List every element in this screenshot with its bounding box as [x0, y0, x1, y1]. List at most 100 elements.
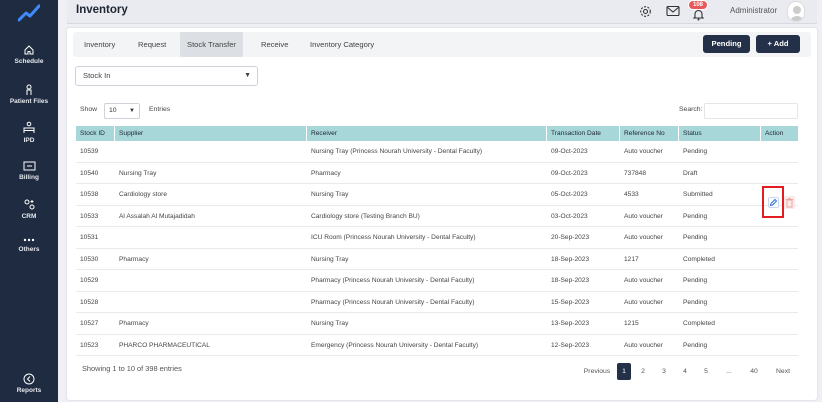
page-button[interactable]: 3: [659, 365, 669, 379]
crm-icon: [24, 199, 34, 210]
table-row[interactable]: 10533 Al Assalah Al Mutajadidah Cardiology…: [76, 206, 798, 227]
table-cell: 10539: [80, 148, 99, 155]
table-cell: Pharmacy (Princess Nourah University - D…: [311, 298, 475, 306]
page-button[interactable]: 4: [680, 365, 690, 379]
table-cell: 18-Sep-2023: [551, 277, 590, 284]
table-row[interactable]: 10523 PHARCO PHARMACEUTICAL Emergency (Pri…: [76, 335, 798, 356]
edit-button[interactable]: [768, 197, 779, 208]
nav-others[interactable]: Others: [0, 236, 58, 253]
nav-ipd[interactable]: IPD: [0, 121, 58, 144]
table-row[interactable]: 10540 Nursing Tray Pharmacy 09-Oct-2023 7378…: [76, 163, 798, 184]
page-button[interactable]: 5: [701, 365, 711, 379]
table-cell: 4533: [624, 191, 639, 198]
table-cell: Cardiology store (Testing Branch BU): [311, 212, 420, 220]
table-cell: Nursing Tray: [311, 191, 349, 198]
chevron-down-icon: ▼: [244, 72, 251, 79]
page-button[interactable]: 2: [638, 365, 648, 379]
table-row[interactable]: 10539 Nursing Tray (Princess Nourah Unive…: [76, 141, 798, 163]
col-receiver[interactable]: Receiver: [307, 126, 547, 141]
entries-select[interactable]: 10 ▼: [104, 103, 140, 119]
table-cell: 09-Oct-2023: [551, 169, 588, 177]
table-cell: Pharmacy: [311, 169, 341, 177]
edit-icon: [769, 198, 778, 207]
logo-icon[interactable]: [18, 4, 40, 22]
table-cell: 10540: [80, 169, 99, 177]
table-cell: Draft: [683, 169, 698, 177]
content-card: Inventory Request Stock Transfer Receive…: [67, 28, 817, 400]
transfer-type-select[interactable]: Stock In ▼: [75, 66, 258, 86]
nav-crm[interactable]: CRM: [0, 198, 58, 220]
table-cell: 03-Oct-2023: [551, 212, 588, 220]
notification-badge: 108: [688, 0, 709, 10]
table-cell: 10538: [80, 191, 99, 198]
table-cell: Auto voucher: [624, 341, 663, 349]
more-icon: [23, 238, 35, 242]
previous-page-button[interactable]: Previous: [580, 365, 614, 379]
table-cell: 15-Sep-2023: [551, 298, 590, 306]
delete-button[interactable]: [784, 196, 795, 209]
table-cell: Pharmacy: [119, 255, 149, 263]
table-cell: Auto voucher: [624, 212, 663, 220]
table-cell: [115, 270, 307, 292]
next-page-button[interactable]: Next: [772, 365, 794, 379]
page-button[interactable]: 1: [617, 363, 631, 380]
table-cell: Auto voucher: [624, 298, 663, 306]
user-name[interactable]: Administrator: [730, 6, 777, 15]
table-cell: 05-Oct-2023: [551, 191, 588, 198]
tab-receive[interactable]: Receive: [261, 32, 288, 57]
table-row[interactable]: 10530 Pharmacy Nursing Tray 18-Sep-2023 1217…: [76, 249, 798, 270]
col-transaction-date[interactable]: Transaction Date: [547, 126, 620, 141]
tab-inventory[interactable]: Inventory: [84, 32, 115, 57]
table-row[interactable]: 10538 Cardiology store Nursing Tray 05-Oct-…: [76, 184, 798, 206]
nav-billing[interactable]: Billing: [0, 160, 58, 181]
table-row[interactable]: 10528 Pharmacy (Princess Nourah Universit…: [76, 292, 798, 313]
nav-schedule-label: Schedule: [14, 58, 44, 65]
nav-crm-label: CRM: [21, 213, 37, 220]
col-supplier[interactable]: Supplier: [115, 126, 307, 141]
col-action: Action: [765, 130, 784, 137]
tab-stock-transfer[interactable]: Stock Transfer: [180, 32, 243, 57]
table-cell: 13-Sep-2023: [551, 320, 590, 327]
stock-table: Stock ID Supplier Receiver Transaction D…: [76, 126, 798, 356]
top-bar: Inventory 108 Administrator: [67, 0, 817, 24]
nav-schedule[interactable]: Schedule: [0, 44, 58, 65]
table-cell: [115, 141, 307, 163]
table-cell: Pharmacy: [119, 320, 149, 327]
table-cell: 1215: [624, 320, 639, 327]
tab-request[interactable]: Request: [138, 32, 166, 57]
table-row[interactable]: 10531 ICU Room (Princess Nourah Universit…: [76, 227, 798, 249]
nav-patient-files[interactable]: Patient Files: [0, 84, 58, 105]
table-row[interactable]: 10529 Pharmacy (Princess Nourah Universit…: [76, 270, 798, 292]
tab-inventory-category[interactable]: Inventory Category: [310, 32, 374, 57]
mail-icon[interactable]: [666, 5, 680, 17]
table-cell: 1217: [624, 255, 639, 263]
table-cell: [115, 227, 307, 249]
chevron-down-icon: ▼: [129, 108, 135, 114]
table-row[interactable]: 10527 Pharmacy Nursing Tray 13-Sep-2023 1215…: [76, 313, 798, 335]
page-button[interactable]: 40: [747, 365, 761, 379]
pending-button[interactable]: Pending: [703, 35, 750, 53]
table-cell: Auto voucher: [624, 148, 663, 155]
table-cell: Completed: [683, 255, 715, 263]
nav-reports-label: Reports: [16, 387, 42, 394]
entries-label: Entries: [149, 106, 171, 113]
table-cell: Nursing Tray: [311, 320, 349, 327]
table-cell: Auto voucher: [624, 234, 663, 241]
table-cell: 20-Sep-2023: [551, 234, 590, 241]
col-status[interactable]: Status: [679, 126, 761, 141]
avatar[interactable]: [787, 1, 805, 22]
trash-icon: [786, 198, 793, 208]
table-cell: Al Assalah Al Mutajadidah: [119, 212, 195, 220]
col-reference-no[interactable]: Reference No: [620, 126, 679, 141]
gear-icon[interactable]: [639, 5, 652, 18]
table-cell: Nursing Tray: [119, 169, 157, 177]
table-cell: Submitted: [683, 191, 713, 198]
table-body: 10539 Nursing Tray (Princess Nourah Unive…: [76, 141, 798, 356]
nav-reports[interactable]: Reports: [0, 373, 58, 394]
table-cell: 737848: [624, 169, 647, 177]
col-stock-id[interactable]: Stock ID: [76, 126, 115, 141]
search-input[interactable]: [704, 103, 798, 119]
table-cell: 10527: [80, 320, 99, 327]
table-cell: Pending: [683, 212, 708, 220]
add-button[interactable]: + Add: [756, 35, 800, 53]
